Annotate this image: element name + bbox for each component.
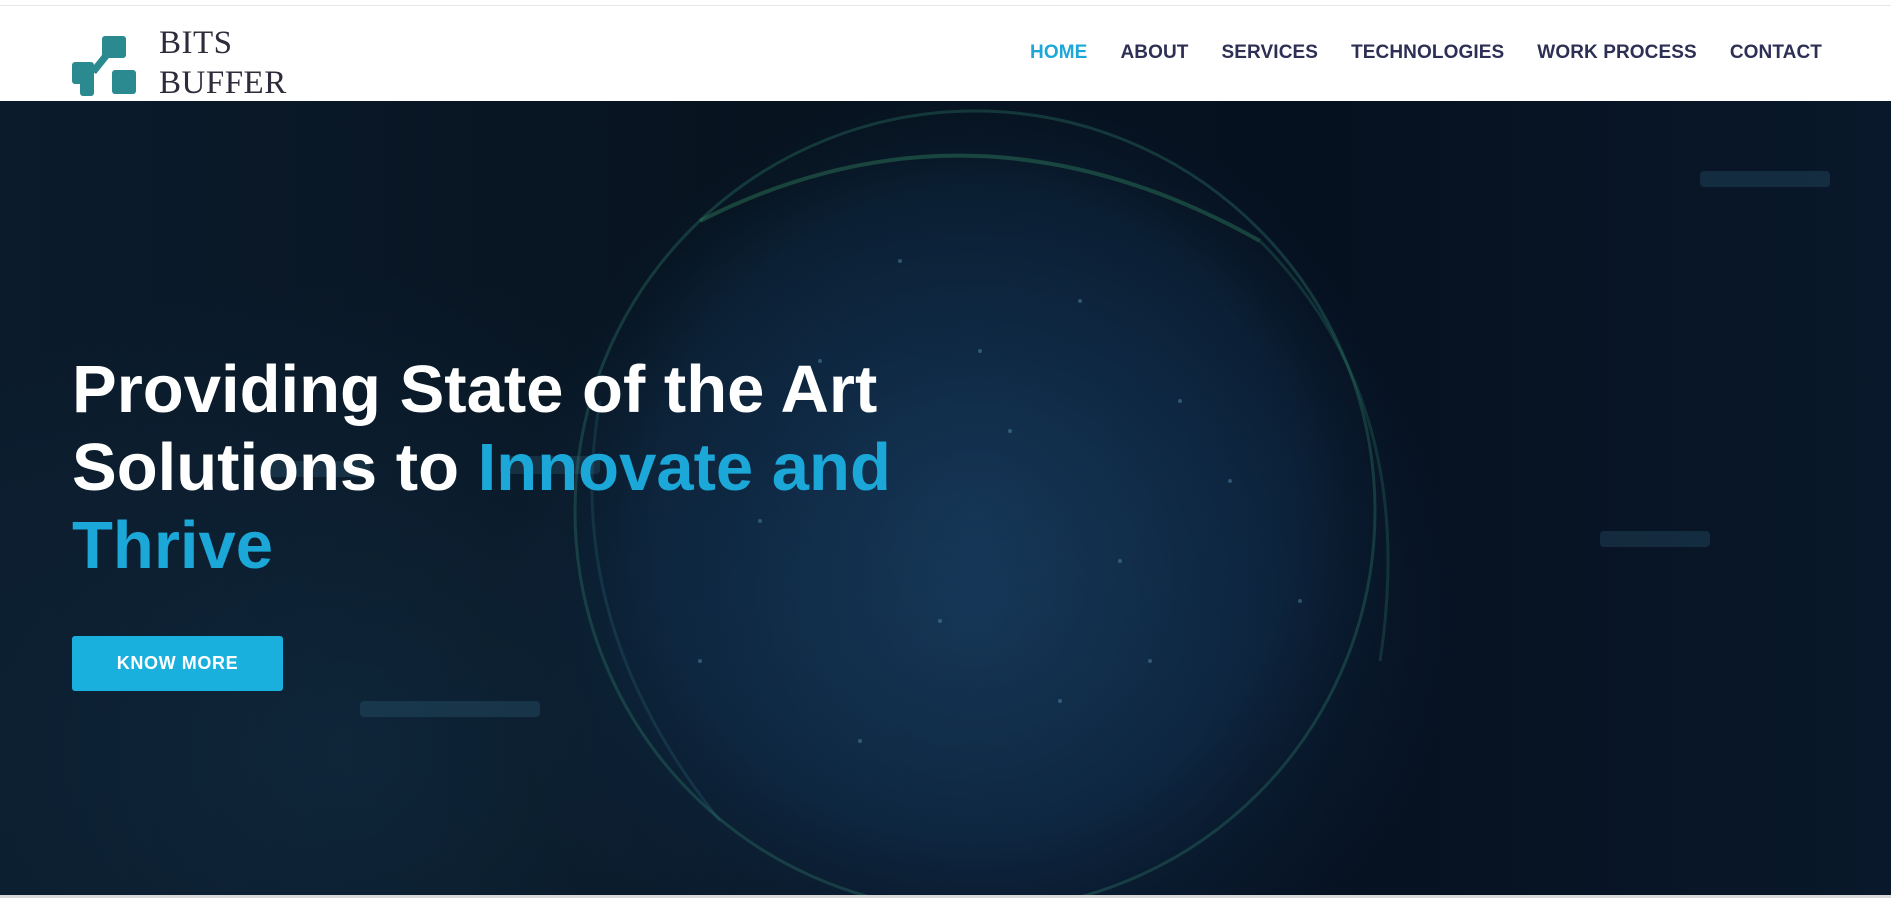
nav-item-contact[interactable]: CONTACT <box>1730 42 1822 64</box>
hero-section: Providing State of the Art Solutions to … <box>0 101 1891 896</box>
nav-item-home[interactable]: HOME <box>1030 42 1087 64</box>
brand-name-line2: BUFFER <box>159 65 287 101</box>
hero-title-accent-1: Innovate and <box>477 430 891 505</box>
brand-logo[interactable]: BITS BUFFER <box>72 20 312 101</box>
brand-name-line1: BITS <box>159 25 233 61</box>
nav-item-work-process[interactable]: WORK PROCESS <box>1537 42 1697 64</box>
nav-item-technologies[interactable]: TECHNOLOGIES <box>1351 42 1504 64</box>
know-more-button[interactable]: KNOW MORE <box>72 636 283 691</box>
brand-name: BITS BUFFER <box>159 23 287 103</box>
nav-item-about[interactable]: ABOUT <box>1120 42 1188 64</box>
site-header: BITS BUFFER HOME ABOUT SERVICES TECHNOLO… <box>0 6 1891 101</box>
nav-item-services[interactable]: SERVICES <box>1222 42 1319 64</box>
hero-title-line2: Solutions to <box>72 430 478 505</box>
hero-title: Providing State of the Art Solutions to … <box>72 351 972 585</box>
bits-buffer-logo-icon <box>72 36 136 96</box>
hero-title-line1: Providing State of the Art <box>72 352 878 427</box>
hero-title-accent-2: Thrive <box>72 508 274 583</box>
main-nav: HOME ABOUT SERVICES TECHNOLOGIES WORK PR… <box>1030 42 1822 64</box>
